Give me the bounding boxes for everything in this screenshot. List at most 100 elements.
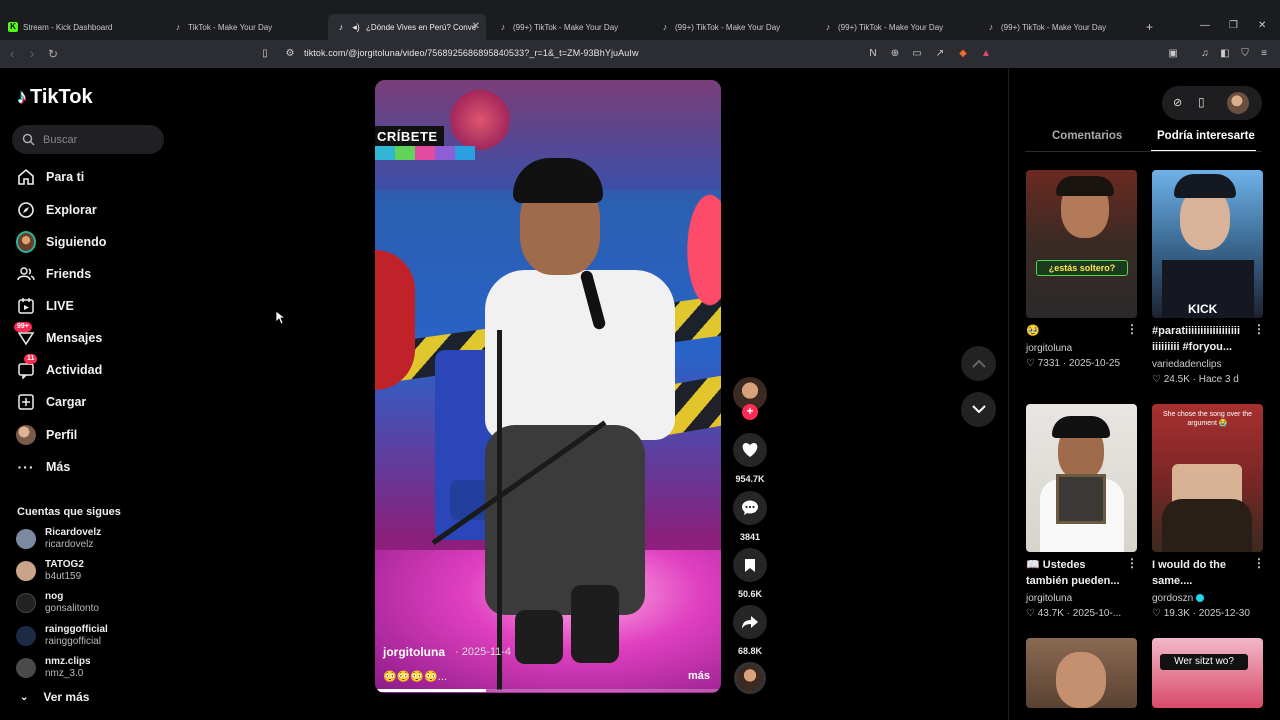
follow-plus-icon[interactable]: + <box>742 404 758 420</box>
messages-icon: 99+ <box>14 322 36 348</box>
previous-video-button[interactable] <box>961 346 996 381</box>
device-icon[interactable]: ▯ <box>1198 95 1205 109</box>
recommended-video-thumbnail[interactable]: Wer sitzt wo? <box>1152 638 1263 708</box>
tiktok-icon: ♪ <box>175 22 181 32</box>
nav-live[interactable]: LIVE <box>16 294 74 318</box>
followed-account[interactable]: nog gonsalitonto <box>16 589 99 617</box>
following-avatar-icon <box>16 231 36 253</box>
browser-tab[interactable]: ♪ (99+) TikTok - Make Your Day <box>490 14 652 40</box>
more-options-icon[interactable]: ⋮ <box>1253 556 1265 570</box>
nav-mas[interactable]: ··· Más <box>16 455 71 479</box>
recommended-video-thumbnail[interactable] <box>1026 404 1137 552</box>
nav-label: Para ti <box>46 170 85 184</box>
account-name: nmz.clips <box>45 656 91 667</box>
card-date: 2025-10-... <box>1072 608 1122 619</box>
more-options-icon[interactable]: ⋮ <box>1126 322 1138 336</box>
tab-recommended[interactable]: Podría interesarte <box>1157 130 1255 142</box>
translate-icon[interactable]: N <box>866 47 880 61</box>
card-title[interactable]: I would do the same.... <box>1152 557 1252 589</box>
browser-tab[interactable]: ♪ (99+) TikTok - Make Your Day <box>978 14 1140 40</box>
site-info-icon[interactable]: ⚙ <box>283 47 297 61</box>
account-name: TATOG2 <box>45 559 84 570</box>
zoom-icon[interactable]: ⊕ <box>888 47 902 61</box>
account-name: Ricardovelz <box>45 527 102 538</box>
tabs-divider <box>1025 151 1262 152</box>
thumbnail-overlay-text: She chose the song over the argument 😭 <box>1162 411 1253 427</box>
bookmark-icon[interactable]: ▯ <box>258 47 272 61</box>
recommended-video-thumbnail[interactable]: She chose the song over the argument 😭 <box>1152 404 1263 552</box>
nav-cargar[interactable]: Cargar <box>16 390 86 414</box>
minimize-icon[interactable]: — <box>1200 20 1210 31</box>
tab-label: (99+) TikTok - Make Your Day <box>1001 22 1107 32</box>
brave-rewards-icon[interactable]: ▲ <box>979 47 993 61</box>
card-title[interactable]: 📖 Ustedes también pueden... <box>1026 557 1126 589</box>
card-author[interactable]: gordoszn <box>1152 593 1204 604</box>
close-tab-icon[interactable]: ✕ <box>472 21 480 32</box>
like-button[interactable]: 954.7K <box>733 433 767 484</box>
recommended-video-thumbnail[interactable] <box>1026 638 1137 708</box>
tab-comments[interactable]: Comentarios <box>1052 130 1122 142</box>
nav-para-ti[interactable]: Para ti <box>16 165 84 189</box>
comment-button[interactable]: 3841 <box>733 491 767 542</box>
nav-friends[interactable]: Friends <box>16 262 91 286</box>
followed-account[interactable]: Ricardovelz ricardovelz <box>16 525 101 553</box>
nav-siguiendo[interactable]: Siguiendo <box>16 230 106 254</box>
forward-icon[interactable]: › <box>30 46 34 62</box>
more-options-icon[interactable]: ⋮ <box>1126 556 1138 570</box>
card-title[interactable]: 🥹 <box>1026 323 1126 339</box>
menu-icon[interactable]: ≡ <box>1257 47 1271 61</box>
card-author[interactable]: variedadenclips <box>1152 359 1222 370</box>
recommended-video-thumbnail[interactable]: ¿estás soltero? <box>1026 170 1137 318</box>
sound-disc-button[interactable] <box>733 662 767 694</box>
friends-icon <box>16 264 36 284</box>
vpn-icon[interactable]: ⛉ <box>1238 47 1252 61</box>
video-progress-bar[interactable] <box>375 689 721 692</box>
followed-account[interactable]: TATOG2 b4ut159 <box>16 557 84 585</box>
share-icon[interactable]: ↗ <box>933 47 947 61</box>
nav-perfil[interactable]: Perfil <box>16 423 77 447</box>
profile-avatar[interactable] <box>1227 92 1249 114</box>
tiktok-icon: ♪ <box>500 22 506 32</box>
person-shirt <box>485 270 675 440</box>
search-input[interactable] <box>43 133 153 146</box>
video-player[interactable]: CRÍBETE jorgitoluna · 2025-11-4 😳😳😳😳... … <box>375 80 721 693</box>
new-tab-button[interactable]: + <box>1146 20 1153 34</box>
brave-shield-icon[interactable]: ◆ <box>956 47 970 61</box>
followed-account[interactable]: rainggofficial rainggofficial <box>16 622 108 650</box>
creator-avatar-button[interactable]: + <box>733 377 767 420</box>
search-box[interactable] <box>12 125 164 154</box>
nav-actividad[interactable]: 11 Actividad <box>16 354 102 382</box>
card-author[interactable]: jorgitoluna <box>1026 593 1072 604</box>
nav-explorar[interactable]: Explorar <box>16 198 97 222</box>
video-date: · 2025-11-4 <box>455 646 512 658</box>
sidebar-toggle-icon[interactable]: ▣ <box>1166 47 1180 61</box>
more-options-icon[interactable]: ⋮ <box>1253 322 1265 336</box>
url-field[interactable]: tiktok.com/@jorgitoluna/video/7568925686… <box>304 48 639 58</box>
browser-tab[interactable]: ♪ (99+) TikTok - Make Your Day <box>815 14 977 40</box>
share-button[interactable]: 68.8K <box>733 605 767 656</box>
followed-account[interactable]: nmz.clips nmz_3.0 <box>16 654 91 682</box>
save-button[interactable]: 50.6K <box>733 548 767 599</box>
next-video-button[interactable] <box>961 392 996 427</box>
browser-tab[interactable]: ♪ (99+) TikTok - Make Your Day <box>652 14 814 40</box>
back-icon[interactable]: ‹ <box>10 46 14 62</box>
restore-icon[interactable]: ❐ <box>1229 20 1238 31</box>
tiktok-logo[interactable]: ♪ TikTok <box>17 86 93 109</box>
see-more-button[interactable]: ⌄ Ver más <box>20 690 89 704</box>
media-icon[interactable]: ♫ <box>1198 47 1212 61</box>
browser-tab[interactable]: ♪ TikTok - Make Your Day <box>165 14 327 40</box>
explore-icon[interactable]: ⊘ <box>1173 96 1182 109</box>
cast-icon[interactable]: ▭ <box>910 47 924 61</box>
close-window-icon[interactable]: ✕ <box>1258 20 1266 31</box>
card-author[interactable]: jorgitoluna <box>1026 343 1072 354</box>
reader-icon[interactable]: ◧ <box>1218 47 1232 61</box>
recommended-video-thumbnail[interactable]: KICK <box>1152 170 1263 318</box>
comment-icon <box>733 491 767 525</box>
card-title[interactable]: #paratiiiiiiiiiiiiiiiiii iiiiiiiii #fory… <box>1152 323 1252 355</box>
browser-tab[interactable]: K Stream - Kick Dashboard <box>0 14 165 40</box>
browser-tab-active[interactable]: ♪ ◂) ¿Dónde Vives en Perú? Conve ✕ <box>328 14 486 40</box>
reload-icon[interactable]: ↻ <box>48 46 58 62</box>
video-author[interactable]: jorgitoluna <box>383 645 445 659</box>
caption-more-button[interactable]: más <box>688 670 710 682</box>
nav-mensajes[interactable]: 99+ Mensajes <box>14 322 102 350</box>
